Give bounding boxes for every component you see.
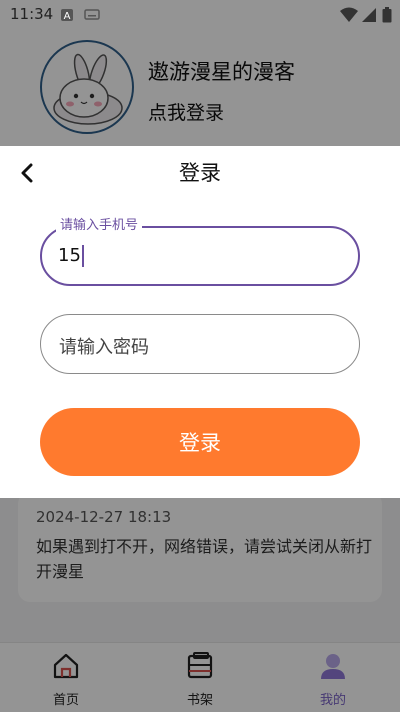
wifi-icon bbox=[340, 7, 358, 27]
notification-a-icon: A bbox=[60, 7, 74, 26]
signal-icon bbox=[362, 7, 376, 27]
phone-field-label: 请输入手机号 bbox=[56, 218, 143, 234]
status-time: 11:34 bbox=[10, 5, 54, 23]
phone-field[interactable]: 请输入手机号 15 bbox=[40, 218, 360, 286]
text-caret bbox=[81, 245, 84, 267]
password-field[interactable]: 请输入密码 bbox=[40, 314, 360, 374]
battery-icon bbox=[382, 7, 392, 27]
password-placeholder: 请输入密码 bbox=[59, 337, 149, 358]
status-bar: 11:34 A bbox=[0, 0, 400, 30]
phone-input[interactable]: 15 bbox=[58, 245, 84, 267]
login-button[interactable]: 登录 bbox=[40, 408, 360, 476]
keyboard-icon bbox=[84, 7, 100, 26]
phone-input-value: 15 bbox=[58, 245, 81, 266]
sheet-title: 登录 bbox=[179, 161, 221, 185]
svg-text:A: A bbox=[64, 11, 71, 22]
login-sheet: 登录 请输入手机号 15 请输入密码 登录 bbox=[0, 146, 400, 498]
